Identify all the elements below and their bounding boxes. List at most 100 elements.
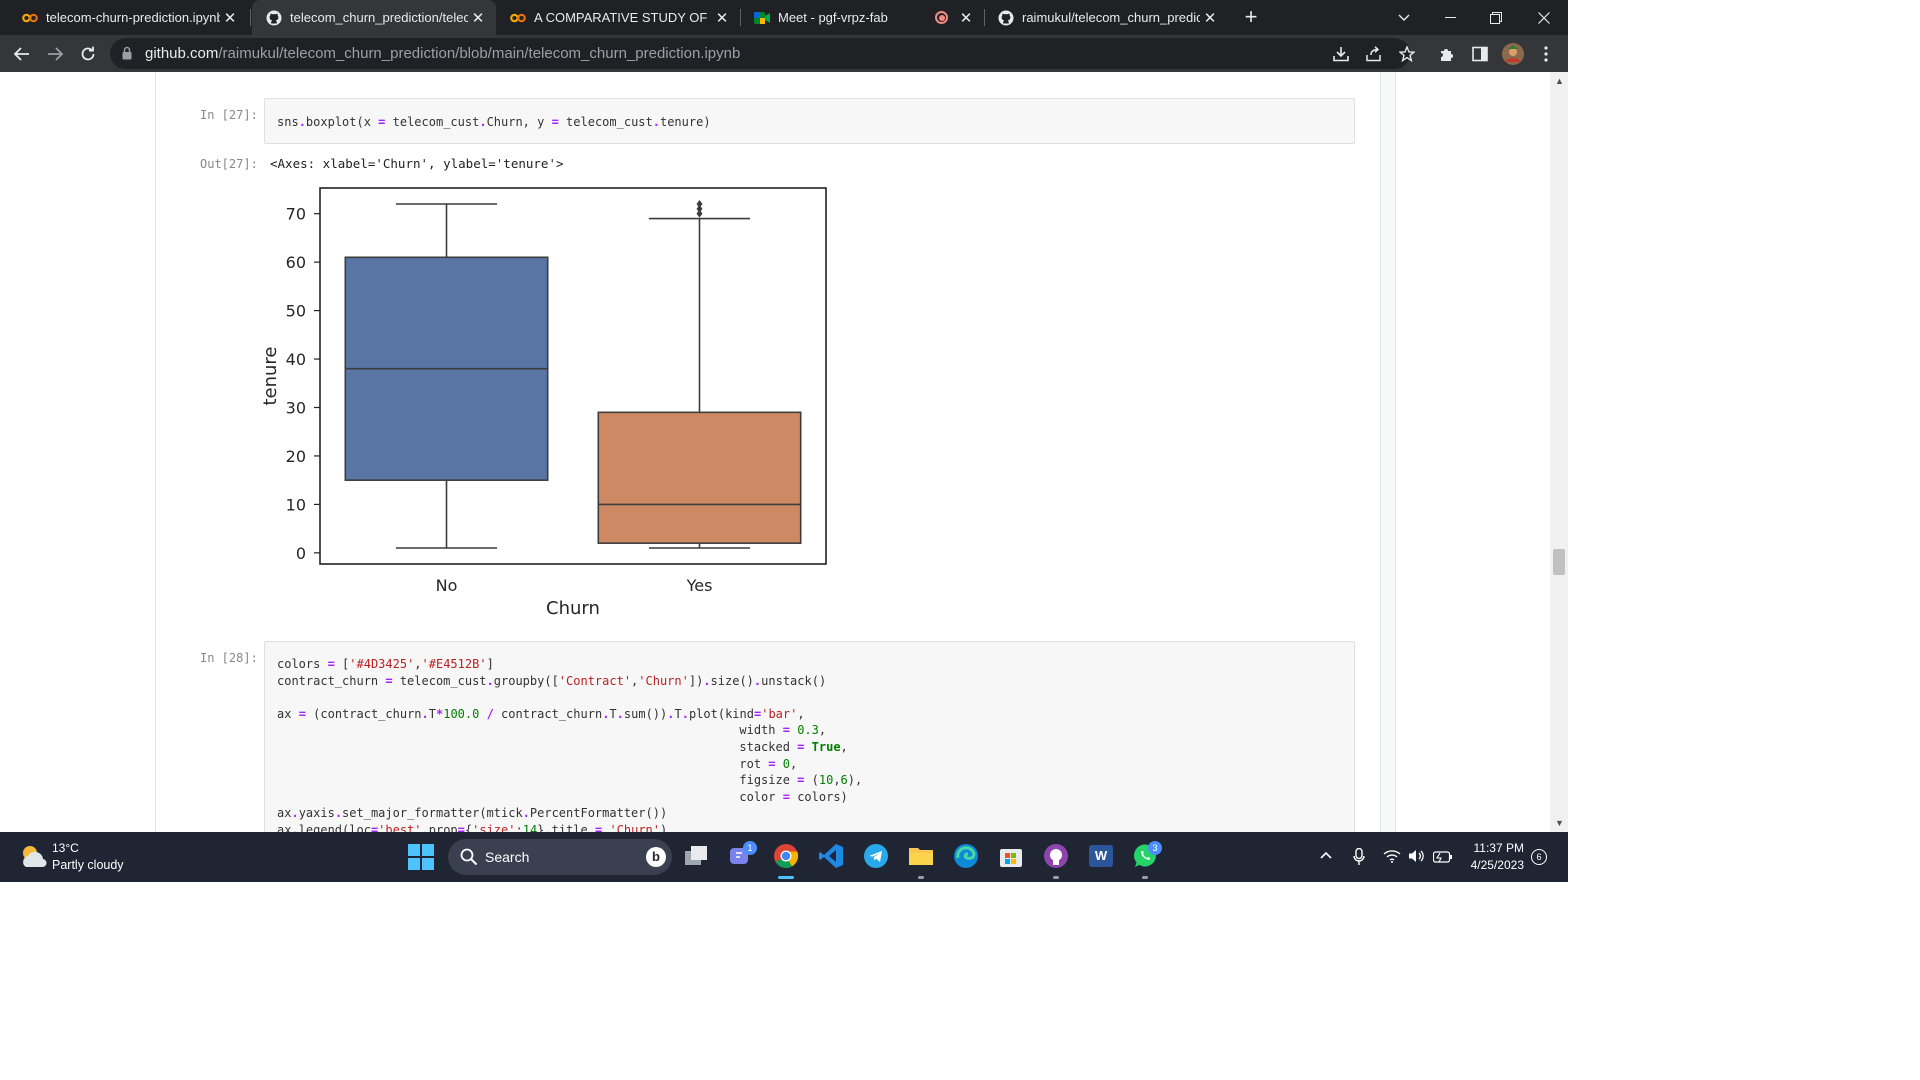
cell-27-out-prompt: Out[27]: xyxy=(200,157,258,171)
file-explorer-icon[interactable] xyxy=(907,842,935,870)
browser-toolbar: github.com/raimukul/telecom_churn_predic… xyxy=(0,35,1568,72)
close-window-icon[interactable] xyxy=(1521,0,1567,35)
clock-time[interactable]: 11:37 PM xyxy=(1450,841,1524,855)
y-tick-label: 70 xyxy=(286,205,306,224)
tab-close-icon[interactable]: ✕ xyxy=(1200,9,1220,27)
telegram-icon[interactable] xyxy=(862,842,890,870)
profile-avatar[interactable] xyxy=(1499,40,1527,68)
colab-icon xyxy=(510,10,526,26)
minimize-icon[interactable] xyxy=(1427,0,1473,35)
restore-icon[interactable] xyxy=(1473,0,1519,35)
taskbar: 13°C Partly cloudy Search b 1 W 3 11:37 … xyxy=(0,832,1568,882)
cell-27-input[interactable]: sns.boxplot(x = telecom_cust.Churn, y = … xyxy=(264,98,1355,144)
x-tick-label: No xyxy=(436,576,458,595)
y-tick-label: 10 xyxy=(286,495,306,514)
new-tab-button[interactable]: + xyxy=(1238,4,1264,30)
weather-temperature[interactable]: 13°C xyxy=(52,841,79,855)
tab-close-icon[interactable]: ✕ xyxy=(220,9,240,27)
cell-27-output-text: <Axes: xlabel='Churn', ylabel='tenure'> xyxy=(270,156,564,171)
clock-date[interactable]: 4/25/2023 xyxy=(1450,858,1524,872)
y-tick-label: 30 xyxy=(286,398,306,417)
tab-strip: telecom-churn-prediction.ipynb ✕ telecom… xyxy=(0,0,1568,35)
show-hidden-icons-chevron-icon[interactable] xyxy=(1320,846,1332,862)
volume-icon[interactable] xyxy=(1408,849,1426,866)
box-yes xyxy=(597,411,802,544)
extensions-puzzle-icon[interactable] xyxy=(1433,40,1461,68)
whatsapp-running-indicator xyxy=(1142,876,1148,879)
recording-icon xyxy=(935,11,948,24)
cell-28-input[interactable]: colors = ['#4D3425','#E4512B'] contract_… xyxy=(264,641,1355,832)
teams-badge: 1 xyxy=(743,841,757,855)
install-app-icon[interactable] xyxy=(1327,40,1355,68)
search-icon xyxy=(460,848,478,866)
microsoft-store-icon[interactable] xyxy=(997,842,1025,870)
tab-close-icon[interactable]: ✕ xyxy=(468,9,488,27)
edge-icon[interactable] xyxy=(952,842,980,870)
bing-icon[interactable]: b xyxy=(646,847,666,867)
notebook-border xyxy=(155,72,156,832)
notebook-gutter xyxy=(1380,72,1396,832)
reload-icon[interactable] xyxy=(74,40,102,68)
taskbar-search-box[interactable]: Search b xyxy=(448,839,672,875)
y-tick-label: 20 xyxy=(286,447,306,466)
colab-icon xyxy=(22,10,38,26)
tab-close-icon[interactable]: ✕ xyxy=(712,9,732,27)
url-text: github.com/raimukul/telecom_churn_predic… xyxy=(145,45,740,62)
tab-title: A COMPARATIVE STUDY OF MUL xyxy=(534,10,712,25)
github-running-indicator xyxy=(1053,876,1059,879)
notification-count-badge[interactable]: 6 xyxy=(1531,849,1547,865)
y-tick-label: 40 xyxy=(286,350,306,369)
tab-github-notebook[interactable]: telecom_churn_prediction/teleco ✕ xyxy=(252,0,496,35)
cell-27-in-prompt: In [27]: xyxy=(200,108,258,122)
github-desktop-icon[interactable] xyxy=(1042,842,1070,870)
tab-title: telecom-churn-prediction.ipynb xyxy=(46,10,220,25)
boxplot-chart: 0 10 20 30 40 50 60 70 No Yes Churn tenure xyxy=(260,187,827,619)
chrome-icon[interactable] xyxy=(772,842,800,870)
tab-github-repo[interactable]: raimukul/telecom_churn_predicti ✕ xyxy=(984,0,1228,35)
meet-icon xyxy=(754,10,770,26)
explorer-running-indicator xyxy=(918,876,924,879)
chrome-active-indicator xyxy=(778,876,794,879)
tab-divider xyxy=(250,9,251,26)
url-path: /raimukul/telecom_churn_prediction/blob/… xyxy=(218,45,741,62)
side-panel-icon[interactable] xyxy=(1466,40,1494,68)
x-tick-label: Yes xyxy=(686,576,713,595)
back-arrow-icon[interactable] xyxy=(8,40,36,68)
tab-title: telecom_churn_prediction/teleco xyxy=(290,10,468,25)
forward-arrow-icon[interactable] xyxy=(41,40,69,68)
github-icon xyxy=(998,10,1014,26)
word-icon[interactable]: W xyxy=(1087,842,1115,870)
microphone-icon[interactable] xyxy=(1353,847,1365,869)
search-label: Search xyxy=(485,849,530,865)
cell-28-in-prompt: In [28]: xyxy=(200,651,258,665)
url-host: github.com xyxy=(145,45,219,62)
task-view-icon[interactable] xyxy=(683,842,711,870)
wifi-icon[interactable] xyxy=(1383,849,1401,866)
cell-27-code: sns.boxplot(x = telecom_cust.Churn, y = … xyxy=(277,115,711,129)
windows-start-icon[interactable] xyxy=(408,844,434,870)
scroll-up-arrow-icon[interactable]: ▲ xyxy=(1555,76,1564,86)
tab-google-meet[interactable]: Meet - pgf-vrpz-fab ✕ xyxy=(740,0,984,35)
bookmark-star-icon[interactable] xyxy=(1393,40,1421,68)
tab-search-chevron-icon[interactable] xyxy=(1381,0,1427,35)
vscode-icon[interactable] xyxy=(817,842,845,870)
word-letter: W xyxy=(1089,845,1113,867)
y-tick-label: 60 xyxy=(286,253,306,272)
weather-description[interactable]: Partly cloudy xyxy=(52,858,124,872)
tab-colab-comparative-study[interactable]: A COMPARATIVE STUDY OF MUL ✕ xyxy=(496,0,740,35)
notebook-page: In [27]: sns.boxplot(x = telecom_cust.Ch… xyxy=(0,72,1568,832)
browser-menu-icon[interactable] xyxy=(1532,40,1560,68)
tab-title: raimukul/telecom_churn_predicti xyxy=(1022,10,1200,25)
share-icon[interactable] xyxy=(1360,40,1388,68)
y-tick-label: 50 xyxy=(286,302,306,321)
tab-close-icon[interactable]: ✕ xyxy=(956,9,976,27)
scroll-down-arrow-icon[interactable]: ▼ xyxy=(1555,818,1564,828)
github-icon xyxy=(266,10,282,26)
cell-28-code: colors = ['#4D3425','#E4512B'] contract_… xyxy=(277,657,863,832)
scroll-thumb[interactable] xyxy=(1553,549,1565,575)
tab-colab-churn[interactable]: telecom-churn-prediction.ipynb ✕ xyxy=(8,0,248,35)
screen: telecom-churn-prediction.ipynb ✕ telecom… xyxy=(0,0,1568,882)
partly-cloudy-icon xyxy=(23,846,47,868)
page-scrollbar[interactable]: ▲ ▼ xyxy=(1550,72,1568,832)
address-bar[interactable]: github.com/raimukul/telecom_churn_predic… xyxy=(110,38,1410,69)
